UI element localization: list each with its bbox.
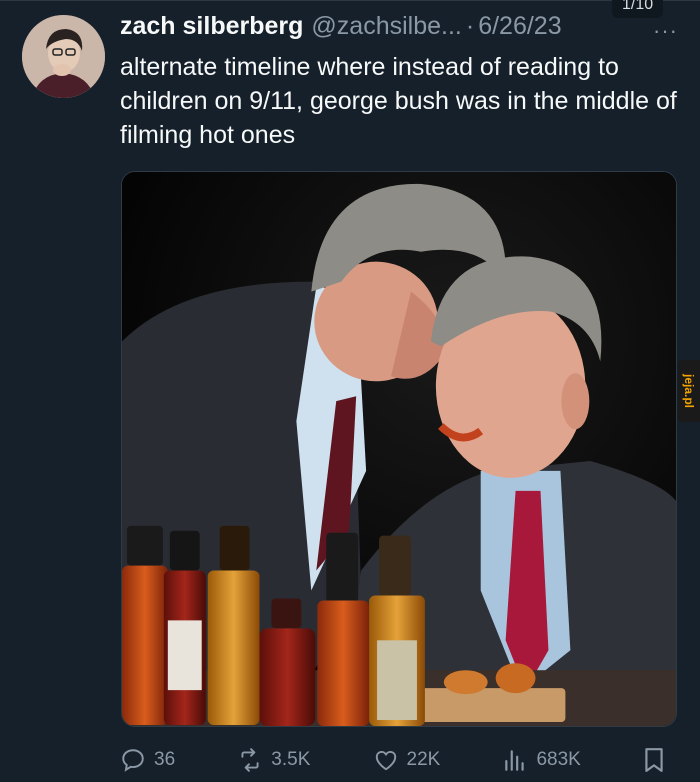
tweet-header: zach silberberg @zachsilbe... · 6/26/23 … xyxy=(120,12,680,44)
retweet-icon xyxy=(241,748,259,772)
bookmark-icon xyxy=(645,748,663,772)
repost-count: 3.5K xyxy=(271,749,311,770)
photo-bush-hot-ones xyxy=(122,172,676,726)
reply-count: 36 xyxy=(154,749,176,770)
top-divider xyxy=(0,0,700,1)
separator-dot: · xyxy=(465,12,475,40)
bar-chart-icon xyxy=(505,750,525,771)
tweet-text: alternate timeline where instead of read… xyxy=(120,53,677,149)
watermark-logo: jeja.pl xyxy=(678,360,700,422)
reply-button[interactable]: 36 xyxy=(120,747,175,773)
tweet-image[interactable] xyxy=(121,171,677,727)
heart-icon xyxy=(375,750,396,771)
author-handle[interactable]: @zachsilbe... xyxy=(311,12,461,41)
like-button[interactable]: 22K xyxy=(373,747,441,773)
repost-button[interactable]: 3.5K xyxy=(237,747,310,773)
views-button[interactable]: 683K xyxy=(502,747,581,773)
avatar[interactable] xyxy=(22,15,105,98)
tweet-screen: 1/10 zach silberberg @zachsilbe... · 6/2… xyxy=(0,0,700,782)
tweet-date[interactable]: 6/26/23 xyxy=(478,12,561,41)
bookmark-button[interactable] xyxy=(643,747,665,773)
avatar-photo xyxy=(22,15,105,98)
action-bar: 36 3.5K 22K 683K xyxy=(120,740,665,780)
view-count: 683K xyxy=(536,749,581,770)
speech-bubble-icon xyxy=(122,749,144,772)
author-name[interactable]: zach silberberg xyxy=(120,12,303,41)
more-options-icon[interactable]: ··· xyxy=(653,18,678,44)
like-count: 22K xyxy=(406,749,441,770)
